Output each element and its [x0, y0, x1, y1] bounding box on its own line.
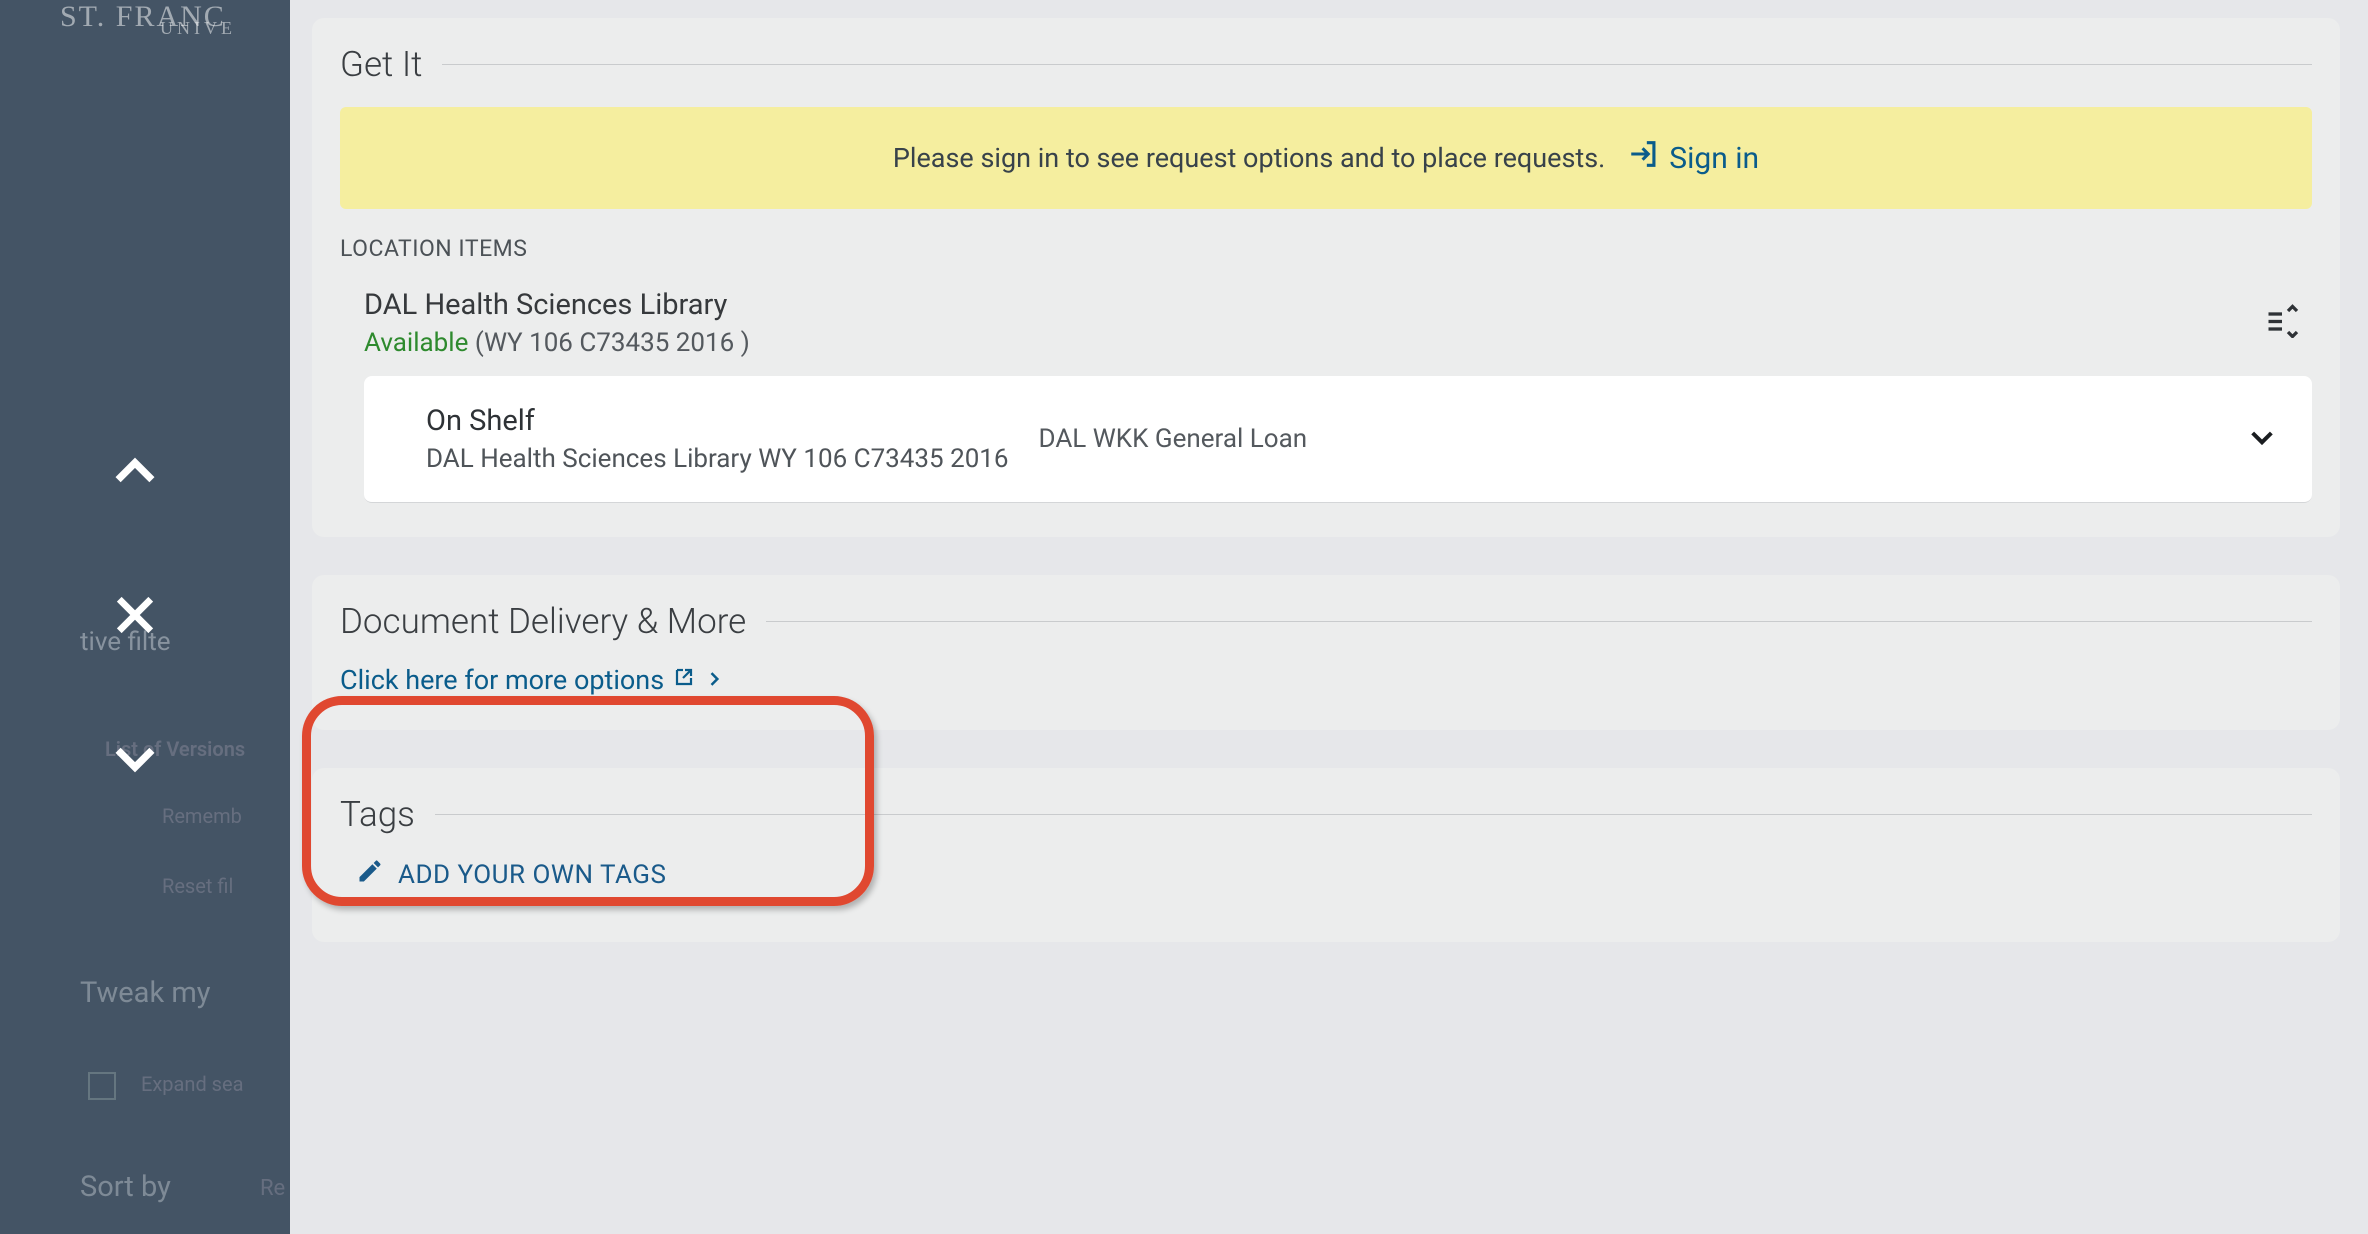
item-location: DAL Health Sciences Library WY 106 C7343…: [426, 444, 1009, 474]
get-it-section: Get It Please sign in to see request opt…: [312, 18, 2340, 537]
previous-record-button[interactable]: [105, 440, 165, 500]
bg-text-sortby: Sort by: [80, 1170, 171, 1204]
item-row-left: On Shelf DAL Health Sciences Library WY …: [426, 404, 1009, 474]
location-sort-button[interactable]: [2264, 288, 2306, 342]
record-nav-controls: [105, 440, 165, 790]
tags-title: Tags: [340, 794, 415, 835]
get-it-title: Get It: [340, 44, 422, 85]
location-items-header: LOCATION ITEMS: [340, 235, 2312, 262]
record-detail-panel: Get It Please sign in to see request opt…: [290, 0, 2368, 1234]
call-number: (WY 106 C73435 2016 ): [468, 328, 749, 358]
tags-section: Tags ADD YOUR OWN TAGS: [312, 768, 2340, 942]
get-it-header-row: Get It: [340, 44, 2312, 85]
item-status: On Shelf: [426, 404, 1009, 438]
pencil-icon: [356, 857, 384, 892]
docdel-title: Document Delivery & More: [340, 601, 746, 642]
signin-label: Sign in: [1669, 141, 1759, 176]
location-block: DAL Health Sciences Library Available (W…: [340, 280, 2312, 376]
bg-text-reset: Reset fil: [162, 874, 233, 898]
add-tags-label: ADD YOUR OWN TAGS: [398, 860, 666, 890]
availability-status: Available: [364, 328, 468, 358]
divider: [766, 621, 2312, 622]
item-row[interactable]: On Shelf DAL Health Sciences Library WY …: [364, 376, 2312, 503]
document-delivery-section: Document Delivery & More Click here for …: [312, 575, 2340, 730]
chevron-right-icon: [704, 664, 724, 696]
signin-banner-text: Please sign in to see request options an…: [893, 142, 1605, 174]
add-tags-button[interactable]: ADD YOUR OWN TAGS: [356, 857, 666, 892]
close-record-button[interactable]: [105, 585, 165, 645]
brand-university: UNIVE: [160, 18, 236, 39]
docdel-link-text: Click here for more options: [340, 664, 664, 696]
item-expand-button[interactable]: [2246, 421, 2278, 457]
divider: [435, 814, 2312, 815]
bg-checkbox: [88, 1072, 116, 1100]
next-record-button[interactable]: [105, 730, 165, 790]
bg-text-sortval: Re: [260, 1176, 285, 1201]
bg-text-tweak: Tweak my: [80, 976, 211, 1010]
divider: [442, 64, 2312, 65]
tags-header-row: Tags: [340, 794, 2312, 835]
bg-text-remember: Rememb: [162, 804, 242, 828]
external-link-icon: [672, 664, 696, 696]
signin-link[interactable]: Sign in: [1627, 137, 1759, 179]
docdel-header-row: Document Delivery & More: [340, 601, 2312, 642]
item-loan-type: DAL WKK General Loan: [1009, 424, 2246, 454]
signin-icon: [1627, 137, 1661, 179]
bg-text-expand: Expand sea: [141, 1072, 244, 1096]
location-library-name: DAL Health Sciences Library: [364, 288, 750, 322]
availability-line: Available (WY 106 C73435 2016 ): [364, 328, 750, 358]
location-info: DAL Health Sciences Library Available (W…: [364, 288, 750, 358]
signin-banner: Please sign in to see request options an…: [340, 107, 2312, 209]
docdel-more-options-link[interactable]: Click here for more options: [340, 664, 724, 696]
